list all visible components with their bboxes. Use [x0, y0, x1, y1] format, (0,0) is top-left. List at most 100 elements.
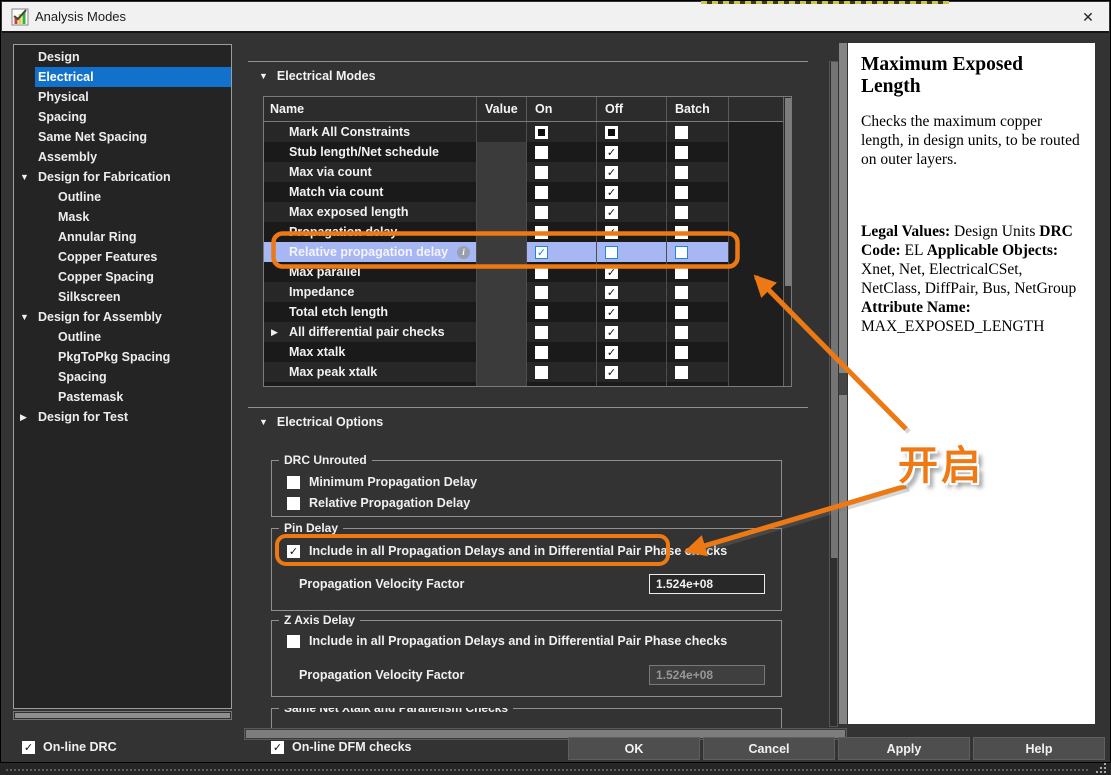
sidebar-item-electrical[interactable]: Electrical — [35, 67, 231, 87]
sidebar-item-spacing[interactable]: Spacing — [14, 107, 231, 127]
batch-checkbox[interactable] — [675, 126, 688, 139]
relative-propagation-delay-checkbox[interactable] — [287, 497, 300, 510]
help-vscrollbar[interactable] — [839, 43, 847, 724]
row-value-cell[interactable] — [477, 382, 527, 386]
sidebar-item-design-for-assembly[interactable]: ▼Design for Assembly — [14, 307, 231, 327]
table-row-max-via-count[interactable]: Max via count✓ — [264, 162, 783, 182]
on-checkbox[interactable]: ✓ — [535, 246, 548, 259]
sidebar-hscrollbar[interactable] — [13, 711, 232, 720]
sidebar-item-spacing[interactable]: Spacing — [14, 367, 231, 387]
batch-checkbox[interactable] — [675, 146, 688, 159]
table-row-max-parallel[interactable]: Max parallel✓ — [264, 262, 783, 282]
close-icon[interactable] — [1075, 5, 1101, 29]
table-row-impedance[interactable]: Impedance✓ — [264, 282, 783, 302]
sidebar-item-design-for-test[interactable]: ▶Design for Test — [14, 407, 231, 427]
tree-expanded-icon[interactable]: ▼ — [20, 312, 38, 322]
pin-delay-include-checkbox[interactable]: ✓ — [287, 545, 300, 558]
table-row-propagation-delay[interactable]: Propagation delay✓ — [264, 222, 783, 242]
electrical-options-header[interactable]: ▼ Electrical Options — [259, 415, 383, 429]
row-value-cell[interactable] — [477, 142, 527, 162]
info-icon[interactable]: i — [457, 246, 470, 259]
row-value-cell[interactable] — [477, 302, 527, 322]
apply-button[interactable]: Apply — [838, 737, 970, 760]
sidebar-item-pkgtopkg-spacing[interactable]: PkgToPkg Spacing — [14, 347, 231, 367]
table-row-match-via-count[interactable]: Match via count✓ — [264, 182, 783, 202]
row-value-cell[interactable] — [477, 282, 527, 302]
sidebar-item-design-for-fabrication[interactable]: ▼Design for Fabrication — [14, 167, 231, 187]
on-checkbox[interactable] — [535, 226, 548, 239]
row-value-cell[interactable] — [477, 242, 527, 262]
z-axis-include-checkbox[interactable] — [287, 635, 300, 648]
on-checkbox[interactable] — [535, 366, 548, 379]
row-expand-icon[interactable]: ▶ — [271, 327, 278, 338]
on-checkbox[interactable] — [535, 266, 548, 279]
row-value-cell[interactable] — [477, 222, 527, 242]
table-row-all-differential-pair-checks[interactable]: ▶All differential pair checks✓ — [264, 322, 783, 342]
table-row-stub-length-net-schedule[interactable]: Stub length/Net schedule✓ — [264, 142, 783, 162]
off-checkbox[interactable]: ✓ — [605, 326, 618, 339]
off-checkbox[interactable]: ✓ — [605, 186, 618, 199]
batch-checkbox[interactable] — [675, 346, 688, 359]
on-checkbox[interactable] — [535, 346, 548, 359]
off-checkbox[interactable]: ✓ — [605, 386, 618, 387]
tree-collapsed-icon[interactable]: ▶ — [20, 412, 38, 423]
batch-checkbox[interactable] — [675, 186, 688, 199]
off-checkbox[interactable]: ✓ — [605, 266, 618, 279]
sidebar-item-outline[interactable]: Outline — [14, 327, 231, 347]
row-value-cell[interactable] — [477, 202, 527, 222]
on-checkbox[interactable] — [535, 126, 548, 139]
row-value-cell[interactable] — [477, 122, 527, 142]
batch-checkbox[interactable] — [675, 306, 688, 319]
online-dfm-checkbox[interactable]: ✓ — [271, 741, 284, 754]
sidebar-item-pastemask[interactable]: Pastemask — [14, 387, 231, 407]
table-row-relative-propagation-delay[interactable]: Relative propagation delayi✓ — [264, 242, 783, 262]
off-checkbox[interactable] — [605, 246, 618, 259]
sidebar-hscroll-thumb[interactable] — [15, 713, 230, 718]
on-checkbox[interactable] — [535, 386, 548, 387]
sidebar-item-silkscreen[interactable]: Silkscreen — [14, 287, 231, 307]
table-row-max-xtalk[interactable]: Max xtalk✓ — [264, 342, 783, 362]
batch-checkbox[interactable] — [675, 166, 688, 179]
main-vscrollbar[interactable] — [829, 61, 838, 727]
off-checkbox[interactable]: ✓ — [605, 226, 618, 239]
main-vscroll-thumb[interactable] — [831, 62, 838, 558]
table-row-max-exposed-length[interactable]: Max exposed length✓ — [264, 202, 783, 222]
row-value-cell[interactable] — [477, 362, 527, 382]
sidebar-item-mask[interactable]: Mask — [14, 207, 231, 227]
on-checkbox[interactable] — [535, 186, 548, 199]
row-value-cell[interactable] — [477, 262, 527, 282]
on-checkbox[interactable] — [535, 146, 548, 159]
row-value-cell[interactable] — [477, 322, 527, 342]
column-header-on[interactable]: On — [527, 97, 597, 121]
off-checkbox[interactable]: ✓ — [605, 306, 618, 319]
help-button[interactable]: Help — [973, 737, 1105, 760]
sidebar-item-same-net-spacing[interactable]: Same Net Spacing — [14, 127, 231, 147]
on-checkbox[interactable] — [535, 286, 548, 299]
pin-delay-pvf-input[interactable]: 1.524e+08 — [649, 574, 765, 594]
tree-expanded-icon[interactable]: ▼ — [20, 172, 38, 182]
sidebar-item-physical[interactable]: Physical — [14, 87, 231, 107]
off-checkbox[interactable]: ✓ — [605, 146, 618, 159]
sidebar-item-annular-ring[interactable]: Annular Ring — [14, 227, 231, 247]
column-header-name[interactable]: Name — [264, 97, 477, 121]
table-row-mark-all-constraints[interactable]: Mark All Constraints — [264, 122, 783, 142]
off-checkbox[interactable]: ✓ — [605, 346, 618, 359]
table-row-total-etch-length[interactable]: Total etch length✓ — [264, 302, 783, 322]
ok-button[interactable]: OK — [568, 737, 700, 760]
batch-checkbox[interactable] — [675, 226, 688, 239]
sidebar-item-design[interactable]: Design — [14, 47, 231, 67]
row-value-cell[interactable] — [477, 342, 527, 362]
sidebar-item-copper-features[interactable]: Copper Features — [14, 247, 231, 267]
table-row-item[interactable]: ✓ — [264, 382, 783, 386]
column-header-value[interactable]: Value — [477, 97, 527, 121]
off-checkbox[interactable]: ✓ — [605, 286, 618, 299]
resize-grip-icon[interactable] — [1096, 762, 1108, 774]
sidebar-item-assembly[interactable]: Assembly — [14, 147, 231, 167]
off-checkbox[interactable]: ✓ — [605, 206, 618, 219]
batch-checkbox[interactable] — [675, 326, 688, 339]
table-vscrollbar[interactable] — [783, 97, 791, 386]
off-checkbox[interactable]: ✓ — [605, 366, 618, 379]
off-checkbox[interactable]: ✓ — [605, 166, 618, 179]
row-value-cell[interactable] — [477, 162, 527, 182]
sidebar-item-outline[interactable]: Outline — [14, 187, 231, 207]
